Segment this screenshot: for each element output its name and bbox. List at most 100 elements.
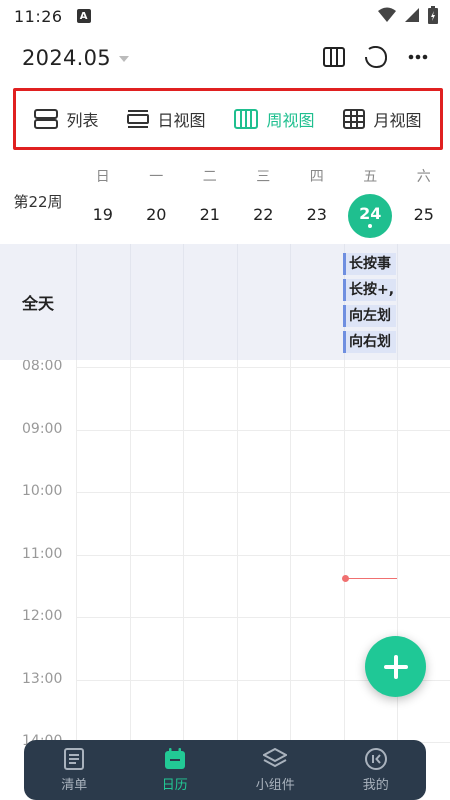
- weekday-label: 五: [363, 169, 378, 185]
- nav-label: 小组件: [255, 777, 295, 793]
- date-number: 24: [359, 204, 382, 223]
- status-indicators: [378, 6, 438, 24]
- date-number: 22: [253, 205, 274, 224]
- wifi-icon: [378, 7, 396, 22]
- bottom-navigation: 清单 日历 小组件 我的: [24, 740, 426, 800]
- view-tab-month[interactable]: 月视图: [343, 107, 422, 131]
- week-header: 第22周 日 19 一 20 二 21 三 22 四 23 五 24 六 25: [0, 158, 450, 244]
- status-bar: 11:26 A: [0, 0, 450, 32]
- day-column-wed[interactable]: 三 22: [237, 158, 291, 244]
- view-tab-label: 月视图: [373, 111, 422, 130]
- notification-a-icon: A: [76, 9, 91, 23]
- column-divider: [76, 244, 77, 360]
- date-number: 25: [413, 205, 434, 224]
- current-time-dot: [342, 575, 349, 582]
- day-column-sun[interactable]: 日 19: [76, 158, 130, 244]
- column-divider: [183, 360, 184, 800]
- all-day-event[interactable]: 向右划: [343, 331, 396, 353]
- column-divider: [76, 360, 77, 800]
- column-divider: [397, 244, 398, 360]
- nav-label: 清单: [61, 777, 88, 793]
- day-column-fri[interactable]: 五 24: [344, 158, 398, 244]
- battery-icon: [428, 6, 438, 24]
- columns-icon: [323, 47, 345, 67]
- hour-label: 13:00: [22, 671, 63, 687]
- list-icon: [34, 109, 59, 129]
- weekday-label: 日: [95, 169, 110, 185]
- signal-icon: [405, 8, 419, 22]
- today-dot: [368, 224, 373, 228]
- weekday-label: 三: [256, 169, 271, 185]
- day-column-thu[interactable]: 四 23: [290, 158, 344, 244]
- weekday-label: 二: [202, 169, 217, 185]
- more-button[interactable]: [406, 44, 430, 70]
- current-time-line: [345, 578, 397, 579]
- profile-icon: [364, 747, 387, 770]
- month-title[interactable]: 2024.05: [22, 46, 111, 70]
- day-column-tue[interactable]: 二 21: [183, 158, 237, 244]
- nav-item-calendar[interactable]: 日历: [125, 740, 226, 800]
- month-dropdown-icon[interactable]: [118, 56, 129, 62]
- hour-line: [76, 430, 450, 431]
- date-number: 23: [306, 205, 327, 224]
- column-divider: [183, 244, 184, 360]
- column-divider: [236, 360, 238, 800]
- sync-button[interactable]: [364, 44, 388, 70]
- week-view-icon: [234, 109, 259, 129]
- month-view-icon: [343, 109, 366, 129]
- date-number: 20: [146, 205, 167, 224]
- more-icon: [408, 54, 428, 60]
- column-divider: [129, 244, 131, 360]
- checklist-icon: [64, 747, 85, 770]
- date-number: 19: [92, 205, 113, 224]
- hour-line: [76, 555, 450, 556]
- time-grid[interactable]: 08:00 09:00 10:00 11:00 12:00 13:00 14:0…: [0, 360, 450, 800]
- hour-label: 11:00: [22, 546, 63, 562]
- weekday-label: 一: [149, 169, 164, 185]
- all-day-event[interactable]: 长按事: [343, 253, 396, 275]
- status-time: 11:26: [14, 6, 63, 26]
- columns-button[interactable]: [322, 44, 346, 70]
- day-view-icon: [127, 110, 150, 128]
- hour-label: 09:00: [22, 421, 63, 437]
- hour-label: 08:00: [22, 360, 63, 374]
- view-tab-label: 周视图: [266, 111, 315, 130]
- day-column-mon[interactable]: 一 20: [130, 158, 184, 244]
- column-divider: [236, 244, 238, 360]
- plus-icon: [383, 654, 408, 679]
- nav-item-profile[interactable]: 我的: [326, 740, 427, 800]
- weekday-label: 四: [309, 169, 324, 185]
- view-tab-label: 日视图: [157, 111, 206, 130]
- view-tab-day[interactable]: 日视图: [127, 107, 206, 131]
- add-event-button[interactable]: [365, 636, 426, 697]
- hour-line: [76, 617, 450, 618]
- view-tab-week[interactable]: 周视图: [234, 107, 315, 131]
- view-tab-label: 列表: [66, 111, 99, 130]
- day-column-sat[interactable]: 六 25: [397, 158, 450, 244]
- nav-label: 日历: [161, 777, 188, 793]
- all-day-event[interactable]: 长按+,: [343, 279, 396, 301]
- all-day-event[interactable]: 向左划: [343, 305, 396, 327]
- column-divider: [129, 360, 131, 800]
- all-day-section: 全天 长按事 长按+, 向左划 向右划: [0, 244, 450, 360]
- hour-line: [76, 492, 450, 493]
- nav-item-widgets[interactable]: 小组件: [225, 740, 326, 800]
- column-divider: [397, 360, 398, 800]
- date-number: 21: [199, 205, 220, 224]
- calendar-icon: [164, 747, 185, 769]
- nav-item-checklist[interactable]: 清单: [24, 740, 125, 800]
- header-actions: [322, 44, 430, 70]
- today-marker: 24: [348, 194, 393, 238]
- hour-label: 12:00: [22, 608, 63, 624]
- nav-label: 我的: [362, 777, 389, 793]
- hour-line: [76, 367, 450, 368]
- calendar-header: 2024.05: [0, 36, 450, 80]
- hour-label: 10:00: [22, 483, 63, 499]
- column-divider: [290, 244, 291, 360]
- sync-icon: [365, 45, 388, 69]
- view-tab-list[interactable]: 列表: [34, 107, 99, 131]
- all-day-label: 全天: [21, 294, 54, 313]
- widgets-icon: [263, 747, 288, 767]
- week-number: 第22周: [13, 192, 63, 211]
- column-divider: [290, 360, 291, 800]
